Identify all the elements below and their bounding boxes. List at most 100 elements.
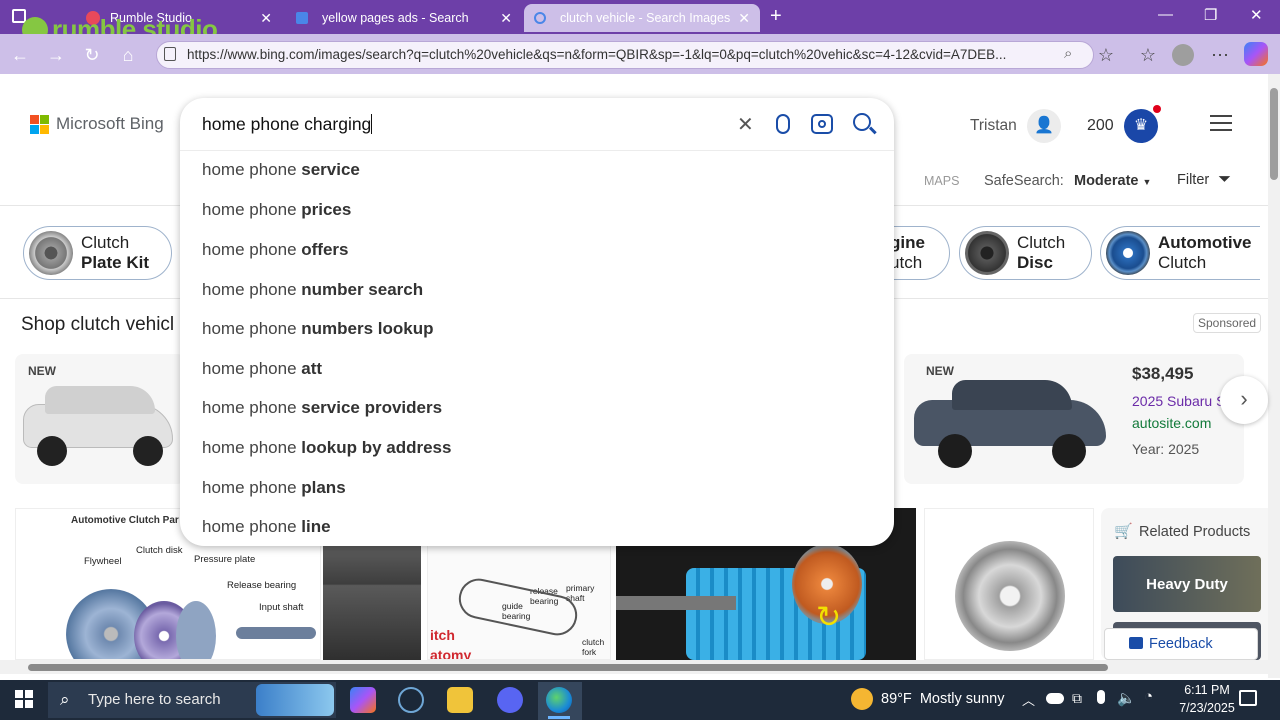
- microsoft-bing-logo[interactable]: Microsoft Bing: [30, 114, 164, 134]
- schematic-drawing: [455, 574, 581, 640]
- filter-button[interactable]: Filter ⏷: [1177, 171, 1231, 189]
- suggestion-item[interactable]: home phone att: [202, 359, 322, 379]
- tab-title: yellow pages ads - Search: [322, 11, 469, 25]
- suggestion-completion: offers: [301, 240, 349, 259]
- tab-yellow-pages-search[interactable]: yellow pages ads - Search ✕: [286, 4, 522, 32]
- safesearch-dropdown[interactable]: Moderate ▼: [1074, 173, 1151, 189]
- search-icon[interactable]: [853, 113, 877, 134]
- profile-icon[interactable]: [1172, 44, 1194, 66]
- home-icon[interactable]: ⌂: [114, 41, 142, 69]
- tab-clutch-vehicle-images[interactable]: clutch vehicle - Search Images ✕: [524, 4, 760, 32]
- clock-time[interactable]: 6:11 PM: [1174, 683, 1240, 697]
- file-explorer-icon[interactable]: [447, 687, 473, 713]
- safesearch-label: SafeSearch:: [984, 173, 1064, 189]
- product-year: Year: 2025: [1132, 441, 1200, 457]
- chip-clutch-plate-kit[interactable]: Clutch Plate Kit: [23, 226, 172, 280]
- speaker-icon[interactable]: 🔈: [1117, 689, 1136, 707]
- maps-link[interactable]: MAPS: [924, 174, 959, 188]
- chip-thumbnail: [1106, 231, 1150, 275]
- suggestion-item[interactable]: home phone plans: [202, 478, 346, 498]
- favorite-star-icon[interactable]: ☆: [1092, 41, 1120, 69]
- more-menu-icon[interactable]: ⋯: [1206, 41, 1234, 69]
- forward-icon[interactable]: →: [42, 41, 70, 69]
- rewards-trophy-icon[interactable]: ♛: [1124, 109, 1158, 143]
- discord-icon[interactable]: [497, 687, 523, 713]
- scroll-thumb[interactable]: [1270, 88, 1278, 180]
- chip-clutch-disc[interactable]: Clutch Disc: [959, 226, 1092, 280]
- windows-start-icon[interactable]: [15, 690, 33, 708]
- copilot-taskbar-icon[interactable]: [350, 687, 376, 713]
- edge-browser-icon[interactable]: [546, 687, 572, 713]
- clock-date[interactable]: 7/23/2025: [1172, 701, 1242, 715]
- suggestion-item[interactable]: home phone service: [202, 160, 360, 180]
- suggestion-item[interactable]: home phone numbers lookup: [202, 319, 433, 339]
- suggestion-item[interactable]: home phone lookup by address: [202, 438, 451, 458]
- diagram-title: Automotive Clutch Par: [71, 515, 179, 526]
- suggestion-completion: line: [301, 517, 331, 536]
- pressure-plate-drawing: [176, 601, 216, 659]
- suggestion-completion: service: [301, 160, 360, 179]
- dolphin-widget-icon[interactable]: [256, 684, 334, 716]
- site-info-icon[interactable]: [164, 47, 176, 61]
- close-tab-icon[interactable]: ✕: [500, 10, 512, 27]
- suggestion-item[interactable]: home phone prices: [202, 200, 351, 220]
- notifications-icon[interactable]: [1239, 690, 1257, 706]
- horizontal-scroll-thumb[interactable]: [28, 664, 1108, 671]
- suggestion-item[interactable]: home phone offers: [202, 240, 348, 260]
- new-tab-icon[interactable]: +: [770, 5, 782, 28]
- url-field[interactable]: https://www.bing.com/images/search?q=clu…: [156, 41, 1094, 69]
- diagram-label-input-shaft: Input shaft: [259, 602, 304, 613]
- user-avatar-icon[interactable]: 👤: [1027, 109, 1061, 143]
- product-site[interactable]: autosite.com: [1132, 415, 1211, 431]
- wifi-icon[interactable]: ◔: [1144, 688, 1153, 705]
- taskbar-search-placeholder: Type here to search: [88, 691, 221, 708]
- microphone-icon[interactable]: [776, 114, 790, 134]
- visual-search-icon[interactable]: [811, 114, 833, 134]
- diagram-label-flywheel: Flywheel: [84, 556, 122, 567]
- product-card-2[interactable]: NEW $38,495 2025 Subaru S autosite.com Y…: [904, 354, 1244, 484]
- clear-search-icon[interactable]: ✕: [737, 112, 754, 137]
- copilot-icon[interactable]: [1244, 42, 1268, 66]
- network-tray-icon[interactable]: ⧉: [1072, 690, 1082, 707]
- suggestion-prefix: home phone: [202, 200, 302, 219]
- minimize-icon[interactable]: —: [1158, 6, 1173, 23]
- restore-icon[interactable]: ❐: [1204, 6, 1217, 24]
- chip-label: Automotive Clutch: [1158, 233, 1252, 272]
- steam-icon[interactable]: [398, 687, 424, 713]
- suggestion-prefix: home phone: [202, 319, 302, 338]
- user-name[interactable]: Tristan: [970, 117, 1017, 135]
- suggestion-prefix: home phone: [202, 478, 302, 497]
- chip-automotive-clutch[interactable]: Automotive Clutch: [1100, 226, 1260, 280]
- close-window-icon[interactable]: ✕: [1250, 6, 1263, 24]
- weather-sun-icon[interactable]: [851, 688, 873, 710]
- close-tab-icon[interactable]: ✕: [738, 10, 750, 27]
- suggestion-item[interactable]: home phone service providers: [202, 398, 442, 418]
- weather-text[interactable]: 89°F Mostly sunny: [881, 691, 1004, 707]
- close-tab-icon[interactable]: ✕: [260, 10, 272, 27]
- suggestion-prefix: home phone: [202, 359, 302, 378]
- product-card-1[interactable]: NEW: [15, 354, 185, 484]
- search-query-text: home phone charging: [202, 114, 373, 134]
- tab-title: clutch vehicle - Search Images: [560, 11, 731, 25]
- notification-dot: [1153, 105, 1161, 113]
- chip-thumbnail: [29, 231, 73, 275]
- shop-section-title: Shop clutch vehicl: [21, 314, 175, 335]
- zoom-icon[interactable]: ⌕: [1064, 45, 1072, 62]
- image-result-clutch-exploded[interactable]: [924, 508, 1094, 660]
- refresh-icon[interactable]: ↻: [78, 41, 106, 69]
- cloud-icon[interactable]: [1046, 693, 1064, 704]
- back-icon[interactable]: ←: [6, 41, 34, 69]
- schematic-red-text-2: atomy: [430, 647, 472, 660]
- tray-chevron-up-icon[interactable]: ︿: [1022, 690, 1035, 709]
- microsoft-logo-icon: [30, 114, 49, 134]
- suggestion-item[interactable]: home phone line: [202, 517, 331, 537]
- rewards-points[interactable]: 200: [1087, 117, 1114, 135]
- microphone-tray-icon[interactable]: [1097, 690, 1105, 704]
- hamburger-menu-icon[interactable]: [1210, 115, 1232, 131]
- suggestion-prefix: home phone: [202, 438, 302, 457]
- feedback-button[interactable]: Feedback: [1104, 628, 1258, 660]
- related-product-heavy-duty[interactable]: Heavy Duty: [1113, 556, 1261, 612]
- favorites-icon[interactable]: ☆: [1134, 41, 1162, 69]
- carousel-next-button[interactable]: ›: [1220, 376, 1268, 424]
- suggestion-item[interactable]: home phone number search: [202, 280, 423, 300]
